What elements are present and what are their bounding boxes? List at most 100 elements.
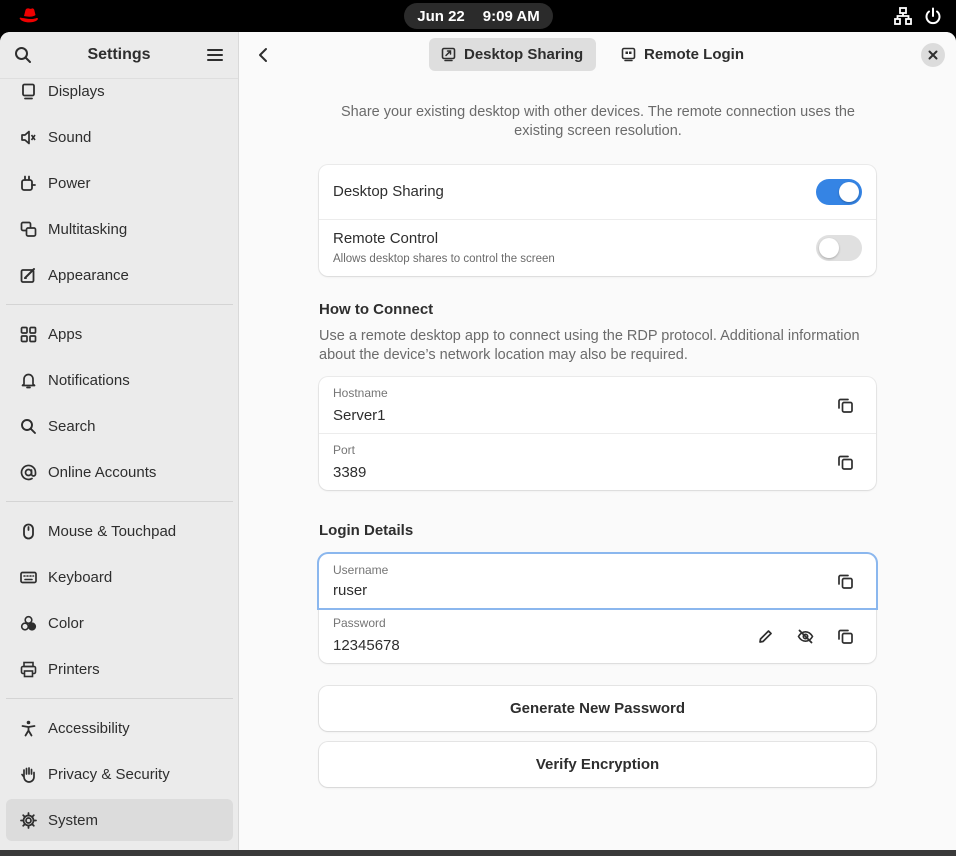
sidebar-item-label: Sound: [48, 128, 92, 146]
sidebar-divider: [6, 698, 233, 699]
copy-password-button[interactable]: [833, 624, 857, 648]
sidebar-item-label: Accessibility: [48, 719, 130, 737]
login-card: Username ruser Password 12345678: [319, 554, 876, 663]
sharing-card: Desktop Sharing Remote Control Allows de…: [319, 165, 876, 276]
appearance-icon: [19, 266, 37, 284]
hand-icon: [19, 765, 37, 783]
sidebar-item-label: Online Accounts: [48, 463, 157, 481]
desktop-sharing-label: Desktop Sharing: [333, 183, 444, 200]
generate-new-password-button[interactable]: Generate New Password: [319, 686, 876, 731]
sidebar-item-label: Privacy & Security: [48, 765, 170, 783]
top-bar: Jun 22 9:09 AM: [0, 0, 956, 32]
sidebar-item-appearance[interactable]: Appearance: [6, 254, 233, 296]
sidebar-item-mouse-touchpad[interactable]: Mouse & Touchpad: [6, 510, 233, 552]
sidebar-item-label: Multitasking: [48, 220, 128, 238]
copy-icon: [837, 629, 853, 644]
sidebar-item-label: Search: [48, 417, 96, 435]
sidebar-item-label: Appearance: [48, 266, 129, 284]
sidebar-item-keyboard[interactable]: Keyboard: [6, 556, 233, 598]
hostname-label: Hostname: [333, 386, 388, 400]
bell-icon: [19, 371, 37, 389]
sidebar-item-label: Keyboard: [48, 568, 113, 586]
tab-desktop-sharing[interactable]: Desktop Sharing: [429, 38, 596, 71]
speaker-icon: [19, 128, 37, 146]
sidebar-item-label: Displays: [48, 82, 105, 100]
hamburger-menu-icon[interactable]: [206, 46, 224, 64]
printer-icon: [19, 660, 37, 678]
username-value[interactable]: ruser: [333, 582, 367, 599]
copy-icon: [837, 574, 853, 589]
mouse-icon: [19, 522, 37, 540]
desktop-sharing-switch[interactable]: [816, 179, 862, 205]
how-to-connect-title: How to Connect: [319, 301, 434, 318]
sidebar-item-printers[interactable]: Printers: [6, 648, 233, 690]
multitasking-icon: [19, 220, 37, 238]
apps-grid-icon: [19, 325, 37, 343]
redhat-logo-icon[interactable]: [18, 6, 40, 26]
close-button[interactable]: [921, 43, 945, 67]
sidebar-item-search[interactable]: Search: [6, 405, 233, 447]
sidebar-divider: [6, 304, 233, 305]
close-icon: [928, 50, 938, 60]
sidebar-item-power[interactable]: Power: [6, 162, 233, 204]
remote-control-row[interactable]: Remote Control Allows desktop shares to …: [319, 220, 876, 276]
sidebar-item-label: Mouse & Touchpad: [48, 522, 177, 540]
remote-control-label: Remote Control: [333, 230, 439, 247]
power-plug-icon: [19, 174, 37, 192]
clock-button[interactable]: Jun 22 9:09 AM: [404, 3, 553, 29]
sidebar-item-label: Apps: [48, 325, 83, 343]
sidebar-item-sound[interactable]: Sound: [6, 116, 233, 158]
system-tray[interactable]: [894, 7, 942, 25]
remote-control-switch[interactable]: [816, 235, 862, 261]
keyboard-icon: [19, 568, 37, 586]
time-label: 9:09 AM: [482, 7, 540, 25]
password-value[interactable]: 12345678: [333, 637, 400, 654]
color-icon: [19, 614, 37, 632]
password-label: Password: [333, 616, 386, 630]
tab-remote-login[interactable]: Remote Login: [609, 38, 756, 71]
sidebar-item-color[interactable]: Color: [6, 602, 233, 644]
verify-encryption-button[interactable]: Verify Encryption: [319, 742, 876, 787]
at-sign-icon: [19, 463, 37, 481]
edit-password-button[interactable]: [753, 624, 777, 648]
login-details-title: Login Details: [319, 522, 414, 539]
back-arrow-icon[interactable]: [254, 44, 272, 66]
port-value: 3389: [333, 464, 367, 481]
sidebar-item-label: Notifications: [48, 371, 130, 389]
hostname-row: Hostname Server1: [319, 377, 876, 434]
sidebar-item-label: Power: [48, 174, 91, 192]
remote-login-icon: [621, 47, 636, 62]
sidebar-title: Settings: [87, 46, 151, 63]
sidebar-item-label: Color: [48, 614, 84, 632]
toggle-password-visibility-button[interactable]: [793, 624, 817, 648]
tab-label: Remote Login: [644, 46, 744, 63]
intro-description: Share your existing desktop with other d…: [341, 104, 855, 139]
sidebar-item-multitasking[interactable]: Multitasking: [6, 208, 233, 250]
accessibility-icon: [19, 719, 37, 737]
power-icon[interactable]: [924, 7, 942, 25]
port-row: Port 3389: [319, 434, 876, 490]
copy-username-button[interactable]: [833, 569, 857, 593]
username-row[interactable]: Username ruser: [319, 554, 876, 608]
sidebar-item-notifications[interactable]: Notifications: [6, 359, 233, 401]
window-bottom-edge: [0, 850, 956, 856]
search-icon: [19, 417, 37, 435]
sidebar-item-system[interactable]: System: [6, 799, 233, 841]
password-row[interactable]: Password 12345678: [319, 610, 876, 663]
copy-icon: [837, 455, 853, 470]
how-to-connect-description: Use a remote desktop app to connect usin…: [319, 328, 860, 363]
display-icon: [19, 82, 37, 100]
network-wired-icon[interactable]: [894, 7, 912, 25]
sidebar-item-displays[interactable]: Displays: [6, 70, 233, 112]
remote-control-subtitle: Allows desktop shares to control the scr…: [333, 253, 555, 265]
desktop-sharing-row[interactable]: Desktop Sharing: [319, 165, 876, 220]
tab-label: Desktop Sharing: [464, 46, 584, 63]
sidebar-item-accessibility[interactable]: Accessibility: [6, 707, 233, 749]
sidebar-item-privacy-security[interactable]: Privacy & Security: [6, 753, 233, 795]
sidebar-item-apps[interactable]: Apps: [6, 313, 233, 355]
copy-icon: [837, 398, 853, 413]
copy-port-button[interactable]: [833, 450, 857, 474]
date-label: Jun 22: [417, 7, 465, 25]
copy-hostname-button[interactable]: [833, 393, 857, 417]
sidebar-item-online-accounts[interactable]: Online Accounts: [6, 451, 233, 493]
